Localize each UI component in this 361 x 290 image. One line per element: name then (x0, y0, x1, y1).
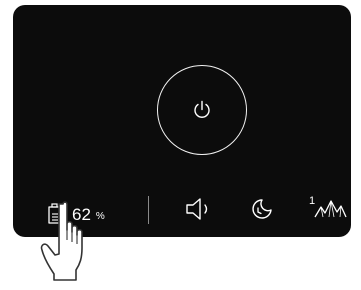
moon-clock-icon (252, 199, 272, 219)
volume-button[interactable] (185, 197, 215, 226)
screen: 62 % 1 (0, 0, 361, 290)
power-icon (194, 100, 210, 118)
night-mode-button[interactable] (249, 197, 275, 226)
wave-mountain-icon (314, 200, 347, 218)
divider (148, 196, 149, 224)
mode-level-button[interactable]: 1 (309, 195, 347, 223)
pointing-hand-icon (40, 201, 83, 281)
power-button[interactable] (157, 65, 247, 155)
speaker-icon (186, 198, 208, 220)
